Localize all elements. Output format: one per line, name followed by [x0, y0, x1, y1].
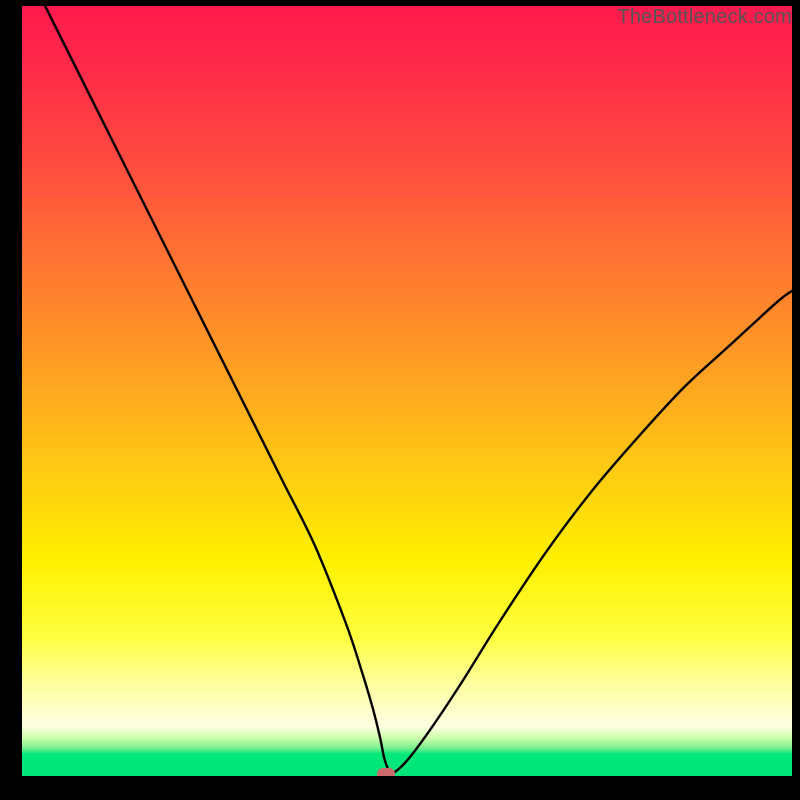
frame-left	[0, 0, 22, 800]
plot-area	[22, 6, 792, 776]
bottleneck-curve-path	[45, 6, 792, 774]
curve-svg	[22, 6, 792, 776]
watermark-text: TheBottleneck.com	[617, 6, 792, 29]
frame-bottom	[0, 776, 800, 800]
